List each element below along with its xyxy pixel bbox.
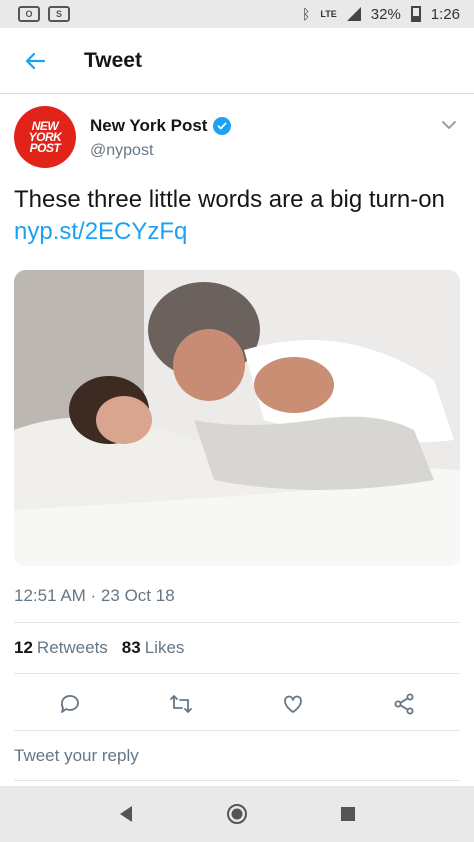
bluetooth-icon: ᛒ <box>302 6 311 22</box>
share-icon <box>394 693 414 715</box>
retweet-button[interactable] <box>161 686 201 722</box>
status-bar: O S ᛒ LTE 32% 1:26 <box>0 0 474 28</box>
author-handle[interactable]: @nypost <box>90 142 153 160</box>
network-type: LTE <box>320 9 337 19</box>
likes-stat[interactable]: 83 Likes <box>122 638 185 658</box>
app-notification-icon: S <box>48 6 70 22</box>
status-indicators: ᛒ LTE 32% 1:26 <box>302 6 460 23</box>
retweet-icon <box>170 695 193 713</box>
status-notifications: O S <box>18 6 70 22</box>
signal-icon <box>346 7 361 21</box>
reply-icon <box>60 695 79 713</box>
nav-back-button[interactable] <box>106 794 146 834</box>
likes-label: Likes <box>144 638 185 657</box>
tweet-body: These three little words are a big turn-… <box>14 186 445 213</box>
page-title: Tweet <box>84 48 142 72</box>
tweet-author: NEW YORK POST New York Post @nypost <box>14 104 460 170</box>
clock: 1:26 <box>430 5 460 23</box>
photo-illustration <box>14 270 460 566</box>
nav-home-button[interactable] <box>217 794 257 834</box>
nav-recents-icon <box>341 807 356 821</box>
retweets-count: 12 <box>14 638 33 657</box>
tweet-link[interactable]: nyp.st/2ECYzFq <box>14 218 187 245</box>
nav-home-icon <box>226 804 247 824</box>
tweet-stats: 12 Retweets 83 Likes <box>14 638 184 658</box>
retweets-stat[interactable]: 12 Retweets <box>14 638 108 658</box>
like-icon <box>283 695 302 713</box>
divider <box>14 622 460 623</box>
chevron-down-icon[interactable] <box>438 114 460 136</box>
divider <box>14 730 460 731</box>
nav-recents-button[interactable] <box>328 794 368 834</box>
share-button[interactable] <box>384 686 424 722</box>
system-nav-bar <box>0 786 474 842</box>
avatar-line-3: POST <box>29 140 61 155</box>
like-button[interactable] <box>273 686 313 722</box>
tweet-timestamp: 12:51 AM · 23 Oct 18 <box>14 586 175 605</box>
battery-percent: 32% <box>370 5 401 23</box>
tweet-image[interactable] <box>14 270 460 566</box>
back-arrow-icon <box>25 52 46 69</box>
back-button[interactable] <box>0 28 70 94</box>
likes-count: 83 <box>121 638 141 657</box>
app-header: Tweet <box>0 28 474 94</box>
author-name[interactable]: New York Post <box>90 116 232 136</box>
verified-icon <box>213 117 232 135</box>
retweets-label: Retweets <box>36 638 108 657</box>
outlook-icon: O <box>18 6 40 22</box>
avatar[interactable]: NEW YORK POST <box>14 106 76 168</box>
nav-back-icon <box>119 806 132 822</box>
divider <box>14 673 460 674</box>
divider <box>14 780 460 781</box>
tweet-text: These three little words are a big turn-… <box>14 184 460 248</box>
tweet-actions <box>14 686 460 722</box>
reply-button[interactable] <box>50 686 90 722</box>
battery-icon <box>410 6 421 22</box>
author-name-text: New York Post <box>90 116 208 135</box>
reply-input[interactable]: Tweet your reply <box>14 746 139 766</box>
